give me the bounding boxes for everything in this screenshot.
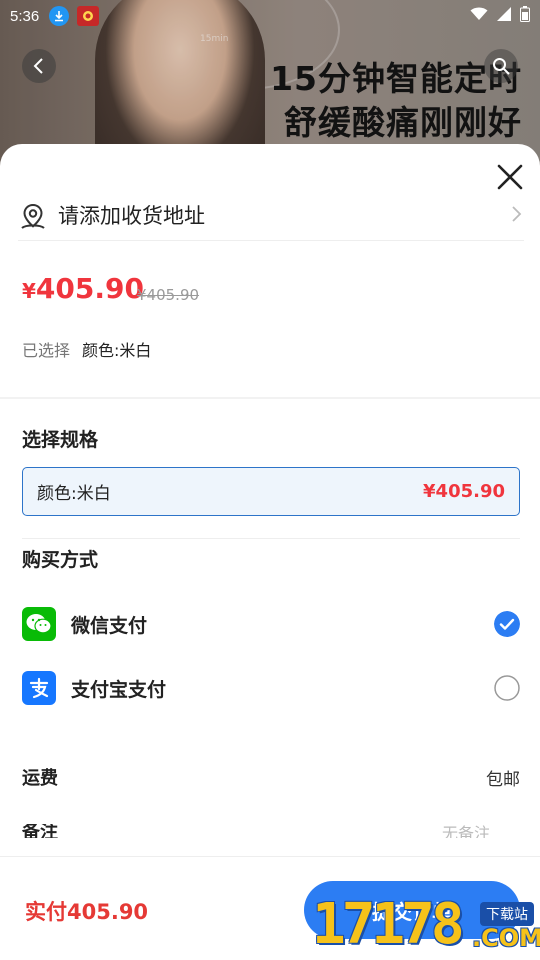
battery-icon xyxy=(520,6,530,26)
shipping-label: 运费 xyxy=(22,768,58,789)
payment-option-wechat[interactable]: 微信支付 xyxy=(22,606,520,642)
order-sheet: 请添加收货地址 ¥405.90 ¥405.90 已选择 颜色:米白 选择规格 颜… xyxy=(0,144,540,960)
remark-row[interactable]: 备注 无备注 xyxy=(22,824,520,838)
original-price: ¥405.90 xyxy=(137,286,200,304)
spec-option-name: 颜色:米白 xyxy=(37,484,111,504)
payment-option-alipay[interactable]: 支付宝支付 xyxy=(22,670,520,706)
total-amount: 实付405.90 xyxy=(25,900,149,924)
shipping-row: 运费 包邮 xyxy=(22,764,520,790)
payment-label-wechat: 微信支付 xyxy=(71,614,148,637)
status-time: 5:36 xyxy=(10,7,40,25)
wifi-icon xyxy=(470,7,488,25)
spec-section-title: 选择规格 xyxy=(22,429,99,451)
shipping-value: 包邮 xyxy=(486,769,520,790)
status-bar: 5:36 xyxy=(0,0,540,32)
selected-label: 已选择 xyxy=(22,341,71,360)
app-notification-icon xyxy=(77,6,100,26)
price-amount: 405.90 xyxy=(35,272,144,305)
search-icon xyxy=(493,58,510,75)
chevron-right-icon xyxy=(512,206,522,222)
checkout-bar: 实付405.90 提交订单 xyxy=(0,856,540,960)
close-icon[interactable] xyxy=(494,161,526,193)
address-placeholder: 请添加收货地址 xyxy=(58,204,205,228)
signal-icon xyxy=(496,7,512,25)
selected-value: 颜色:米白 xyxy=(82,341,152,360)
current-price: ¥405.90 xyxy=(22,272,144,305)
divider xyxy=(22,538,520,539)
payment-section-title: 购买方式 xyxy=(22,549,99,571)
wechat-pay-icon xyxy=(22,607,56,641)
remark-placeholder: 无备注 xyxy=(441,824,490,838)
payment-label-alipay: 支付宝支付 xyxy=(71,678,167,701)
chevron-left-icon xyxy=(33,58,43,74)
add-address-row[interactable]: 请添加收货地址 xyxy=(18,196,524,241)
section-divider xyxy=(0,397,540,399)
search-button[interactable] xyxy=(484,49,518,83)
remark-label: 备注 xyxy=(22,824,58,838)
radio-checked-icon[interactable] xyxy=(494,611,520,637)
selected-spec-summary: 已选择 颜色:米白 xyxy=(22,337,151,361)
location-pin-icon xyxy=(21,203,45,229)
back-button[interactable] xyxy=(22,49,56,83)
submit-order-button[interactable]: 提交订单 xyxy=(304,881,520,939)
spec-option-selected[interactable]: 颜色:米白 ¥405.90 xyxy=(22,467,520,516)
alipay-icon xyxy=(22,671,56,705)
download-notification-icon xyxy=(49,6,70,26)
spec-option-price: ¥405.90 xyxy=(423,481,505,502)
currency-symbol: ¥ xyxy=(22,279,36,303)
radio-unchecked-icon[interactable] xyxy=(494,675,520,701)
